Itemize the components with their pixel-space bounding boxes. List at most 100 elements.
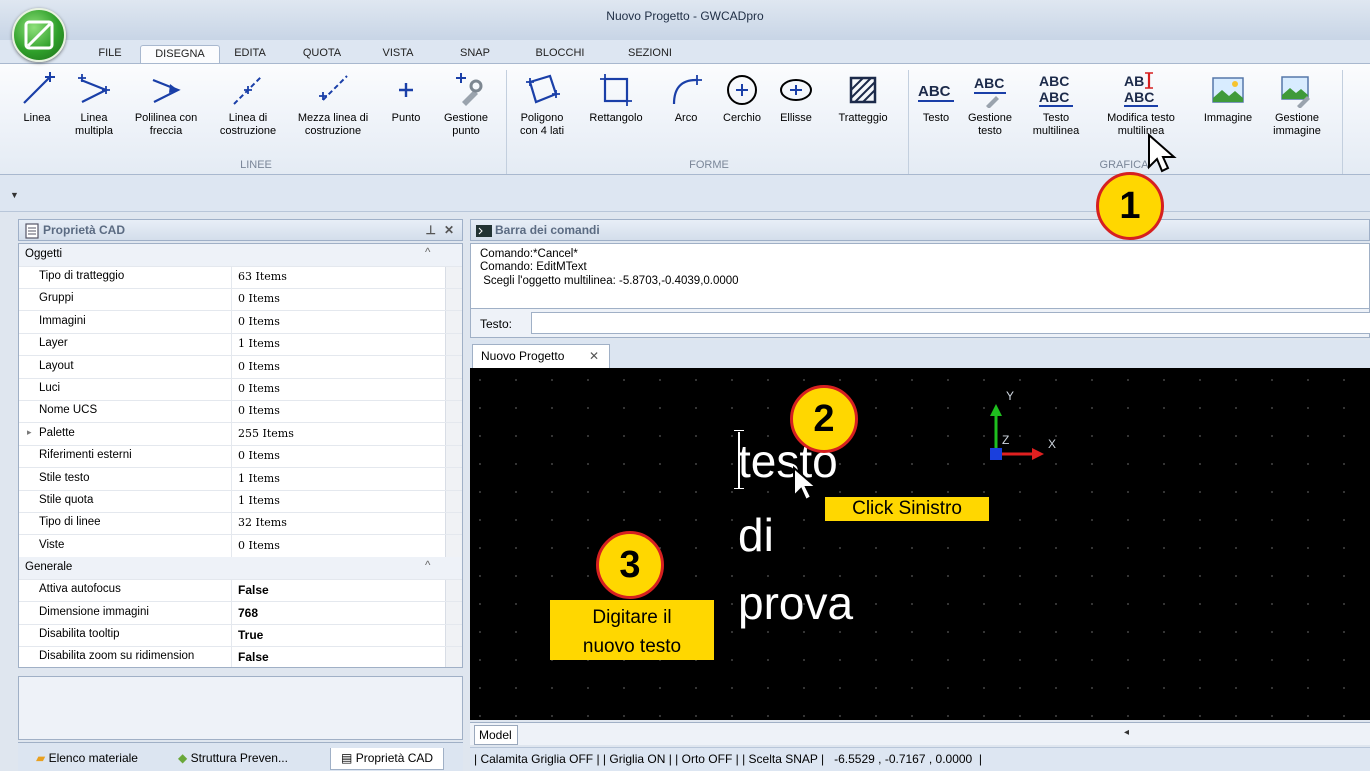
grid-dot — [1163, 631, 1165, 633]
property-value[interactable]: False — [231, 579, 445, 602]
tab-nuovo-progetto[interactable]: Nuovo Progetto ✕ — [472, 344, 610, 369]
property-value[interactable]: 0 Items — [231, 355, 445, 378]
structure-icon: ◆ — [178, 751, 188, 765]
testo-button[interactable]: ABC Testo — [914, 68, 958, 125]
tab-snap[interactable]: SNAP — [440, 45, 510, 64]
property-value[interactable]: 32 Items — [231, 512, 445, 535]
property-value[interactable]: 0 Items — [231, 534, 445, 557]
pin-icon[interactable]: ⊥ — [426, 220, 436, 240]
property-value[interactable]: 255 Items — [231, 422, 445, 445]
property-value[interactable]: 0 Items — [231, 445, 445, 468]
immagine-button[interactable]: Immagine — [1196, 68, 1260, 125]
tab-edita[interactable]: EDITA — [222, 45, 278, 64]
property-value[interactable]: 1 Items — [231, 467, 445, 490]
property-value[interactable]: False — [231, 646, 445, 667]
grid-dot — [875, 687, 877, 689]
collapse-icon[interactable]: ^ — [425, 560, 430, 572]
grid-dot — [803, 631, 805, 633]
poligono-button[interactable]: Poligono con 4 lati — [514, 68, 570, 138]
grid-dot — [1235, 547, 1237, 549]
testo-input[interactable] — [531, 312, 1370, 334]
property-value[interactable]: 0 Items — [231, 288, 445, 311]
hatch-icon — [849, 76, 877, 104]
grid-dot — [1271, 659, 1273, 661]
grid-dot — [479, 575, 481, 577]
property-row[interactable]: Dimensione immagini 768 — [19, 601, 462, 625]
scroll-left-icon[interactable]: ◂ — [1124, 727, 1129, 738]
property-row[interactable]: Layout 0 Items — [19, 355, 462, 379]
grid-dot — [731, 659, 733, 661]
group-forme-label: FORME — [689, 159, 729, 171]
tab-sezioni[interactable]: SEZIONI — [610, 45, 690, 64]
close-icon[interactable]: ✕ — [444, 220, 454, 240]
linea-multipla-button[interactable]: Linea multipla — [66, 68, 122, 138]
gestione-punto-button[interactable]: Gestione punto — [436, 68, 496, 138]
tab-struttura-preventivo[interactable]: ◆ Struttura Preven... — [178, 748, 288, 770]
linea-button[interactable]: Linea — [14, 68, 60, 125]
app-window: Nuovo Progetto - GWCADpro FILE DISEGNA E… — [0, 0, 1370, 771]
arco-button[interactable]: Arco — [664, 68, 708, 125]
property-row[interactable]: Stile quota 1 Items — [19, 490, 462, 513]
tab-elenco-materiale[interactable]: ▰ Elenco materiale — [36, 748, 138, 770]
property-row[interactable]: Viste 0 Items — [19, 534, 462, 558]
modifica-testo-multilinea-button[interactable]: AB ABC Modifica testo multilinea — [1096, 68, 1186, 138]
property-row[interactable]: Nome UCS 0 Items — [19, 400, 462, 424]
property-value[interactable]: 0 Items — [231, 310, 445, 333]
tab-file[interactable]: FILE — [80, 45, 140, 64]
polilinea-freccia-button[interactable]: Polilinea con freccia — [128, 68, 204, 138]
property-row[interactable]: Tipo di tratteggio 63 Items — [19, 266, 462, 289]
property-row[interactable]: Palette 255 Items ▸ — [19, 422, 462, 446]
property-category[interactable]: Oggetti ^ — [19, 244, 462, 267]
tab-quota[interactable]: QUOTA — [290, 45, 354, 64]
property-row[interactable]: Attiva autofocus False — [19, 579, 462, 603]
property-name: Gruppi — [39, 292, 74, 305]
property-row[interactable]: Luci 0 Items — [19, 378, 462, 401]
property-value[interactable]: 0 Items — [231, 378, 445, 400]
property-value[interactable]: True — [231, 624, 445, 646]
ellisse-button[interactable]: Ellisse — [774, 68, 818, 125]
testo-input-label: Testo: — [480, 317, 513, 331]
property-row[interactable]: Layer 1 Items — [19, 333, 462, 357]
cerchio-button[interactable]: Cerchio — [716, 68, 768, 125]
property-row[interactable]: Riferimenti esterni 0 Items — [19, 445, 462, 469]
app-menu-button[interactable] — [12, 8, 66, 62]
expand-icon[interactable]: ▸ — [27, 427, 32, 438]
property-value[interactable]: 0 Items — [231, 400, 445, 423]
property-value[interactable]: 768 — [231, 601, 445, 624]
property-row[interactable]: Disabilita tooltip True — [19, 624, 462, 647]
tratteggio-button[interactable]: Tratteggio — [824, 68, 902, 125]
linea-costruzione-button[interactable]: Linea di costruzione — [212, 68, 284, 138]
tab-disegna[interactable]: DISEGNA — [140, 45, 220, 64]
rettangolo-button[interactable]: Rettangolo — [578, 68, 654, 125]
property-description-area — [18, 676, 463, 740]
canvas-text-line[interactable]: di — [738, 512, 774, 558]
property-row[interactable]: Stile testo 1 Items — [19, 467, 462, 491]
grid-dot — [1163, 575, 1165, 577]
grid-dot — [515, 547, 517, 549]
close-tab-icon[interactable]: ✕ — [589, 345, 599, 367]
gestione-testo-button[interactable]: ABC Gestione testo — [962, 68, 1018, 138]
grid-dot — [1343, 519, 1345, 521]
tab-model[interactable]: Model — [474, 725, 518, 745]
tab-blocchi[interactable]: BLOCCHI — [520, 45, 600, 64]
property-row[interactable]: Disabilita zoom su ridimension False — [19, 646, 462, 667]
property-name: Tipo di linee — [39, 516, 101, 529]
property-value[interactable]: 1 Items — [231, 333, 445, 356]
mezza-linea-button[interactable]: Mezza linea di costruzione — [290, 68, 376, 138]
gestione-immagine-button[interactable]: Gestione immagine — [1266, 68, 1328, 138]
testo-multilinea-button[interactable]: ABC ABC Testo multilinea — [1026, 68, 1086, 138]
collapse-icon[interactable]: ^ — [425, 247, 430, 259]
customize-toolbar-icon[interactable]: ▼ — [10, 190, 19, 200]
tab-proprieta-cad[interactable]: ▤ Proprietà CAD — [330, 748, 445, 770]
punto-button[interactable]: Punto — [384, 68, 428, 125]
tab-vista[interactable]: VISTA — [366, 45, 430, 64]
property-value[interactable]: 1 Items — [231, 490, 445, 512]
property-category[interactable]: Generale ^ — [19, 557, 462, 581]
grid-dot — [1271, 407, 1273, 409]
property-value[interactable]: 63 Items — [231, 266, 445, 288]
property-row[interactable]: Immagini 0 Items — [19, 310, 462, 334]
canvas-text-line[interactable]: prova — [738, 580, 853, 626]
property-row[interactable]: Gruppi 0 Items — [19, 288, 462, 312]
properties-icon — [25, 223, 39, 239]
property-row[interactable]: Tipo di linee 32 Items — [19, 512, 462, 536]
